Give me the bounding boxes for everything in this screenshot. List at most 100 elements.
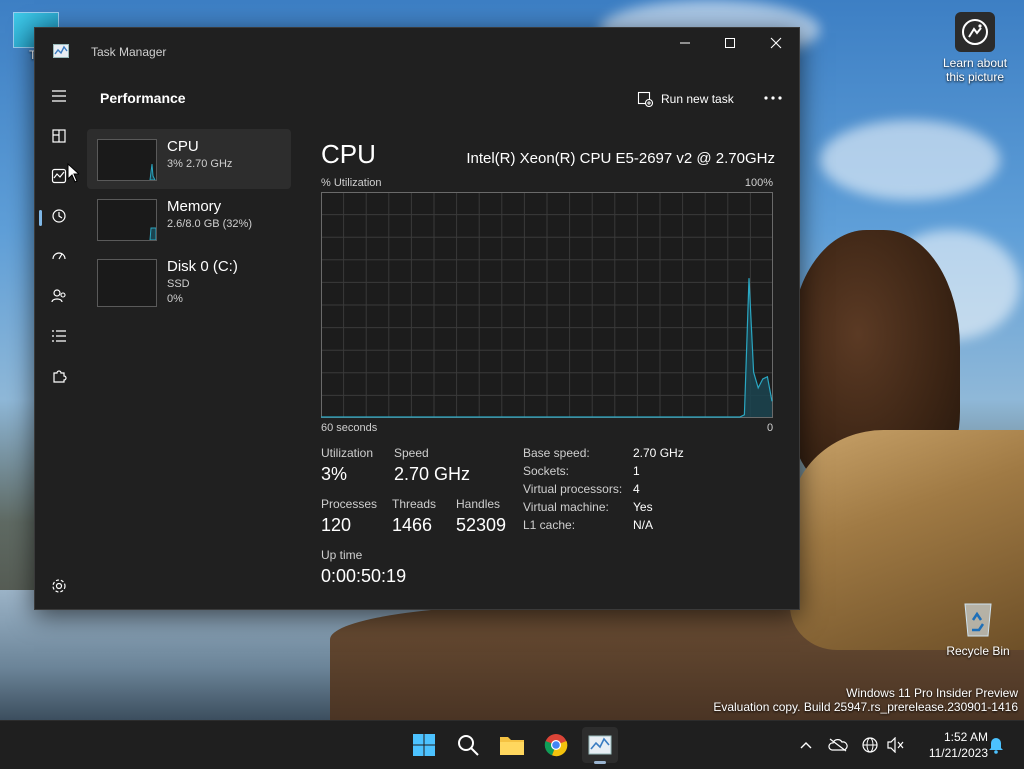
puzzle-icon xyxy=(53,370,67,383)
run-new-task-label: Run new task xyxy=(661,92,734,106)
window-title: Task Manager xyxy=(91,45,167,59)
search-button[interactable] xyxy=(450,727,486,763)
chrome-icon xyxy=(544,734,568,757)
task-manager-app-icon xyxy=(53,44,69,58)
mouse-cursor-icon xyxy=(67,163,79,183)
device-summary: 3% 2.70 GHz xyxy=(167,158,233,170)
file-explorer-button[interactable] xyxy=(494,727,530,763)
hamburger-menu-button[interactable] xyxy=(47,84,71,108)
detail-value-virtual-machine: Yes xyxy=(633,500,653,514)
detail-value-sockets: 1 xyxy=(633,464,640,478)
stat-label-processes: Processes xyxy=(321,497,378,511)
disk-active-time: 0% xyxy=(167,293,183,305)
graph-y-max: 100% xyxy=(744,177,773,189)
stat-label-uptime: Up time xyxy=(321,548,363,562)
start-button[interactable] xyxy=(406,727,442,763)
notifications-button[interactable] xyxy=(986,735,1006,755)
run-task-icon xyxy=(637,91,653,107)
minimize-button[interactable] xyxy=(662,28,708,58)
device-summary: SSD 0% xyxy=(167,277,190,307)
taskbar: 1:52 AM 11/21/2023 xyxy=(0,720,1024,769)
device-name: CPU xyxy=(167,138,199,155)
nav-services[interactable] xyxy=(47,364,71,388)
minimize-icon xyxy=(680,42,690,44)
detail-key-sockets: Sockets: xyxy=(523,464,570,478)
stat-label-speed: Speed xyxy=(394,446,429,460)
cpu-detail-panel: CPU Intel(R) Xeon(R) CPU E5-2697 v2 @ 2.… xyxy=(321,129,795,604)
clock-time: 1:52 AM xyxy=(943,730,988,744)
device-name: Memory xyxy=(167,198,222,215)
device-item-cpu[interactable]: CPU 3% 2.70 GHz xyxy=(87,129,291,189)
more-options-button[interactable] xyxy=(761,86,785,110)
close-button[interactable] xyxy=(753,28,799,58)
nav-rail xyxy=(35,72,83,609)
globe-icon xyxy=(862,737,878,753)
details-list-icon xyxy=(52,330,66,342)
recycle-bin-icon xyxy=(960,598,996,638)
windows-logo-icon xyxy=(413,734,435,756)
graph-y-label: % Utilization xyxy=(321,177,382,189)
speedometer-icon xyxy=(52,252,66,260)
desktop-icon-learn-about-picture[interactable]: Learn about this picture xyxy=(936,12,1014,84)
network-tray-icon[interactable] xyxy=(860,735,880,755)
nav-processes[interactable] xyxy=(47,124,71,148)
title-bar[interactable]: Task Manager xyxy=(35,28,799,72)
clock-date: 11/21/2023 xyxy=(928,746,988,760)
detail-key-virtual-processors: Virtual processors: xyxy=(523,482,623,496)
os-watermark: Windows 11 Pro Insider Preview Evaluatio… xyxy=(713,686,1018,714)
nav-users[interactable] xyxy=(47,284,71,308)
watermark-line: Windows 11 Pro Insider Preview xyxy=(846,686,1018,700)
device-summary: 2.6/8.0 GB (32%) xyxy=(167,218,252,230)
task-manager-icon xyxy=(588,735,612,755)
stat-label-utilization: Utilization xyxy=(321,446,374,460)
detail-title: CPU xyxy=(321,139,376,169)
run-new-task-button[interactable]: Run new task xyxy=(637,86,734,112)
gear-icon xyxy=(52,579,66,593)
nav-startup-apps[interactable] xyxy=(47,244,71,268)
nav-details[interactable] xyxy=(47,324,71,348)
cpu-utilization-graph xyxy=(321,192,773,418)
page-header: Performance Run new task xyxy=(83,72,799,122)
task-manager-window: Task Manager Performance Run new task CP… xyxy=(34,27,800,610)
stat-value-handles: 52309 xyxy=(456,515,507,535)
stat-label-threads: Threads xyxy=(392,497,437,511)
task-manager-taskbar-button[interactable] xyxy=(582,727,618,764)
stat-value-uptime: 0:00:50:19 xyxy=(321,566,407,586)
maximize-button[interactable] xyxy=(707,28,753,58)
chrome-button[interactable] xyxy=(538,727,574,763)
close-icon xyxy=(770,37,782,49)
nav-app-history[interactable] xyxy=(47,204,71,228)
stat-value-threads: 1466 xyxy=(392,515,433,535)
page-title: Performance xyxy=(100,90,186,106)
show-hidden-icons-button[interactable] xyxy=(796,735,816,755)
watermark-line: Evaluation copy. Build 25947.rs_prerelea… xyxy=(713,700,1018,714)
stat-value-utilization: 3% xyxy=(321,464,348,484)
desktop-icon-label: Learn about this picture xyxy=(942,56,1008,84)
onedrive-tray-icon[interactable] xyxy=(828,735,848,755)
graph-time-span: 60 seconds xyxy=(321,422,378,434)
desktop-icon-recycle-bin[interactable]: Recycle Bin xyxy=(938,598,1018,658)
camera-info-icon xyxy=(955,12,995,52)
nav-settings[interactable] xyxy=(47,574,71,598)
device-name: Disk 0 (C:) xyxy=(167,258,238,275)
volume-tray-icon[interactable] xyxy=(886,735,906,755)
users-icon xyxy=(51,289,66,303)
hamburger-icon xyxy=(52,90,66,102)
detail-value-l1-cache: N/A xyxy=(633,518,654,532)
processes-icon xyxy=(52,129,66,143)
search-icon xyxy=(458,735,479,756)
bell-icon xyxy=(989,738,1003,754)
maximize-icon xyxy=(725,38,735,48)
nav-selection-indicator xyxy=(39,210,42,226)
cpu-model-name: Intel(R) Xeon(R) CPU E5-2697 v2 @ 2.70GH… xyxy=(466,150,775,167)
history-icon xyxy=(52,209,66,223)
detail-key-base-speed: Base speed: xyxy=(523,446,590,460)
taskbar-clock[interactable]: 1:52 AM 11/21/2023 xyxy=(912,729,988,761)
disk-thumbnail-graph xyxy=(97,259,157,307)
device-item-disk[interactable]: Disk 0 (C:) SSD 0% xyxy=(87,249,291,309)
folder-icon xyxy=(500,737,524,755)
cloud xyxy=(820,120,1000,200)
cpu-thumbnail-graph xyxy=(97,139,157,181)
device-item-memory[interactable]: Memory 2.6/8.0 GB (32%) xyxy=(87,189,291,249)
detail-key-virtual-machine: Virtual machine: xyxy=(523,500,609,514)
